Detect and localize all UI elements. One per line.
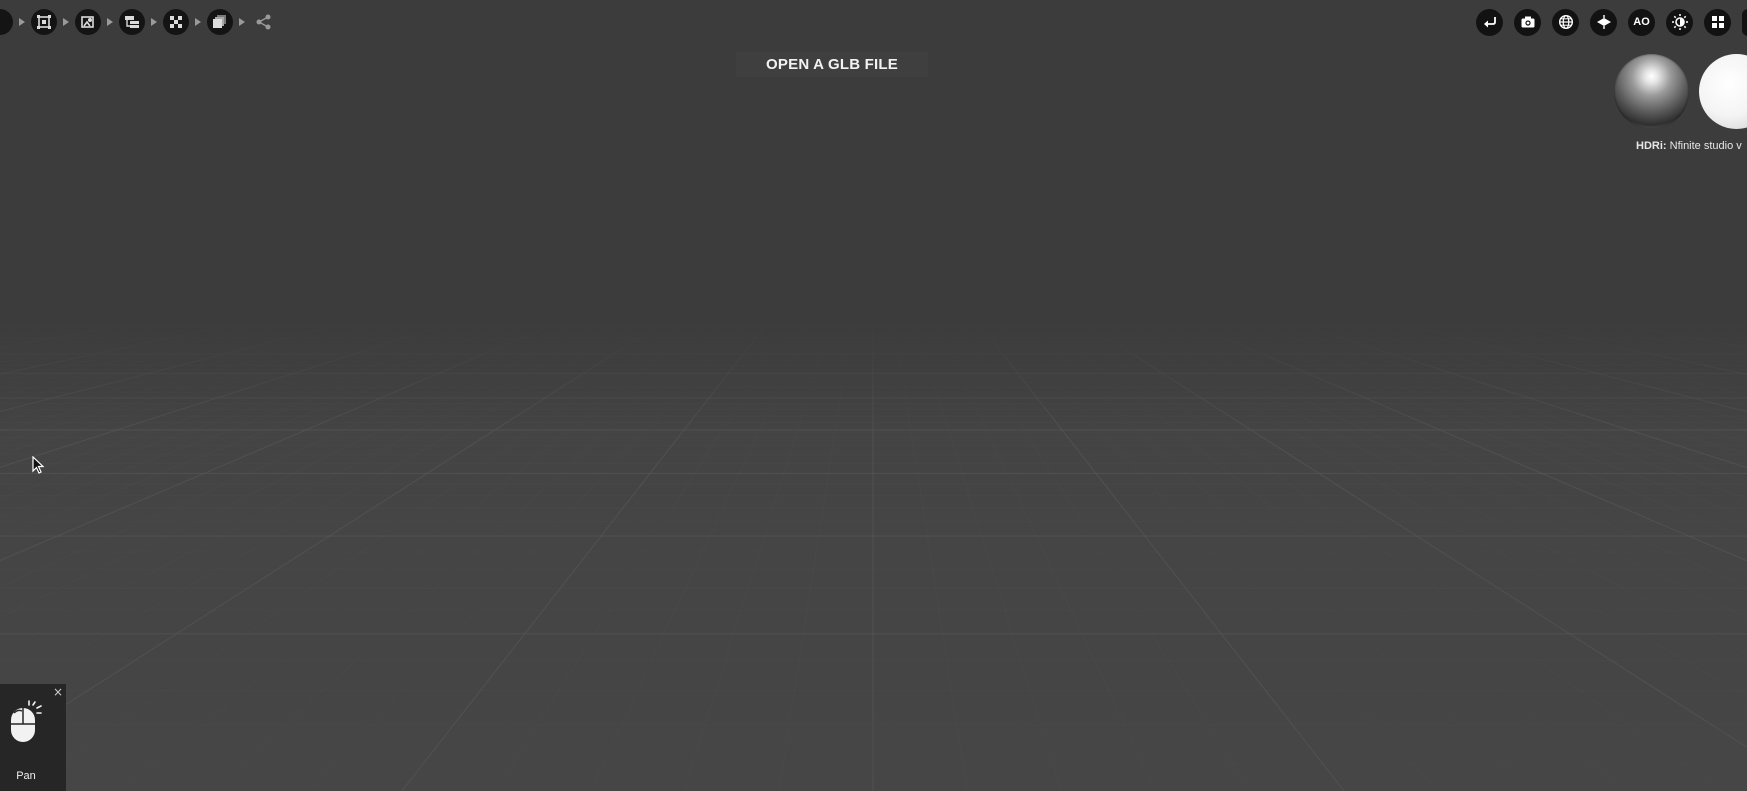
hdri-value: Nfinite studio v [1669,140,1742,152]
viewport-3d[interactable]: OPEN A GLB FILE AO HDRi: Nfinite studio … [0,0,1747,791]
navigation-hint-panel: × Pan [0,684,66,791]
step-arrow-icon [101,18,119,26]
texture-import-icon[interactable] [75,9,101,35]
grid-layout-icon[interactable] [1704,8,1731,36]
hdri-label: HDRi: Nfinite studio v [1636,140,1742,152]
partial-step-icon[interactable] [0,9,13,35]
mouse-cursor-icon [32,456,44,474]
chrome-sphere-preview[interactable] [1614,54,1689,129]
globe-icon[interactable] [1552,8,1579,36]
hint-label: Pan [16,770,36,782]
step-arrow-icon [13,18,31,26]
frame-select-icon[interactable] [31,9,57,35]
step-arrow-icon [189,18,207,26]
step-arrow-icon [233,18,251,26]
step-arrow-icon [57,18,75,26]
ground-plane-icon[interactable] [1590,8,1617,36]
ao-label: AO [1633,16,1650,28]
layers-icon[interactable] [207,9,233,35]
ground-grid [0,0,1747,791]
hierarchy-icon[interactable] [119,9,145,35]
mouse-pan-icon [11,700,42,742]
checker-material-icon[interactable] [163,9,189,35]
undo-icon[interactable] [1476,8,1503,36]
ao-icon[interactable]: AO [1628,8,1655,36]
open-glb-button[interactable]: OPEN A GLB FILE [736,52,928,77]
close-icon[interactable]: × [53,686,63,698]
camera-icon[interactable] [1514,8,1541,36]
overflow-icon[interactable] [1742,8,1747,36]
share-icon[interactable] [251,9,277,35]
step-arrow-icon [145,18,163,26]
workflow-steps-bar [0,9,277,35]
viewer-toolbar: AO [1476,8,1747,36]
brightness-icon[interactable] [1666,8,1693,36]
hdri-label-key: HDRi: [1636,140,1667,152]
